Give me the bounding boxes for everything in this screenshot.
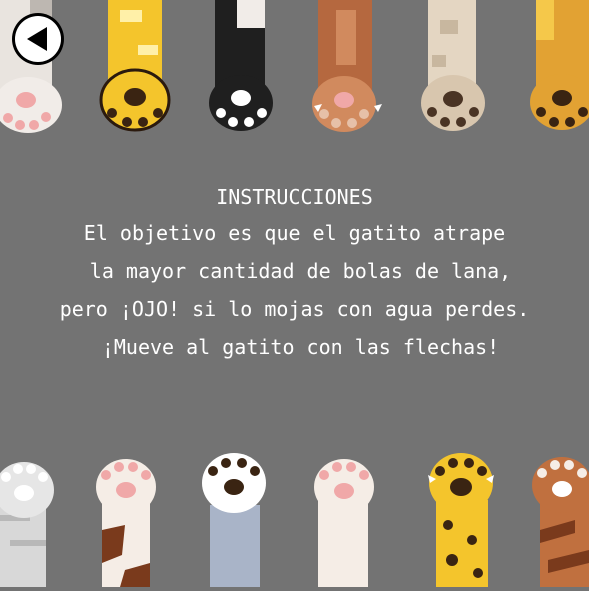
orange-cat-paw-icon xyxy=(530,0,589,130)
instructions-line-2: la mayor cantidad de bolas de lana, xyxy=(77,259,512,283)
black-white-cat-paw-icon xyxy=(209,0,273,131)
calico-cat-paw-icon xyxy=(96,459,156,587)
yellow-cat-paw-icon xyxy=(99,0,171,132)
back-arrow-icon xyxy=(27,27,47,51)
gray-tabby-cat-paw-icon xyxy=(0,462,54,587)
blue-gray-cat-paw-icon xyxy=(202,453,266,587)
bottom-paws-decoration xyxy=(0,445,589,587)
instructions-line-1: El objetivo es que el gatito atrape xyxy=(83,221,506,245)
instructions-panel: INSTRUCCIONES El objetivo es que el gati… xyxy=(0,180,589,366)
leopard-cat-paw-icon xyxy=(428,453,494,587)
brown-cat-paw-icon xyxy=(312,0,382,132)
instructions-line-4: ¡Mueve al gatito con las flechas! xyxy=(89,335,500,359)
cream-spotted-cat-paw-icon xyxy=(421,0,485,131)
top-paws-decoration xyxy=(0,0,589,140)
instructions-line-3: pero ¡OJO! si lo mojas con agua perdes. xyxy=(59,297,530,321)
bottom-paws-svg xyxy=(0,453,589,587)
white-cat-paw-icon xyxy=(314,459,374,587)
brown-tabby-cat-paw-icon xyxy=(532,457,589,587)
instructions-title: INSTRUCCIONES xyxy=(216,185,373,209)
back-button[interactable] xyxy=(12,13,64,65)
top-paws-svg xyxy=(0,0,589,133)
